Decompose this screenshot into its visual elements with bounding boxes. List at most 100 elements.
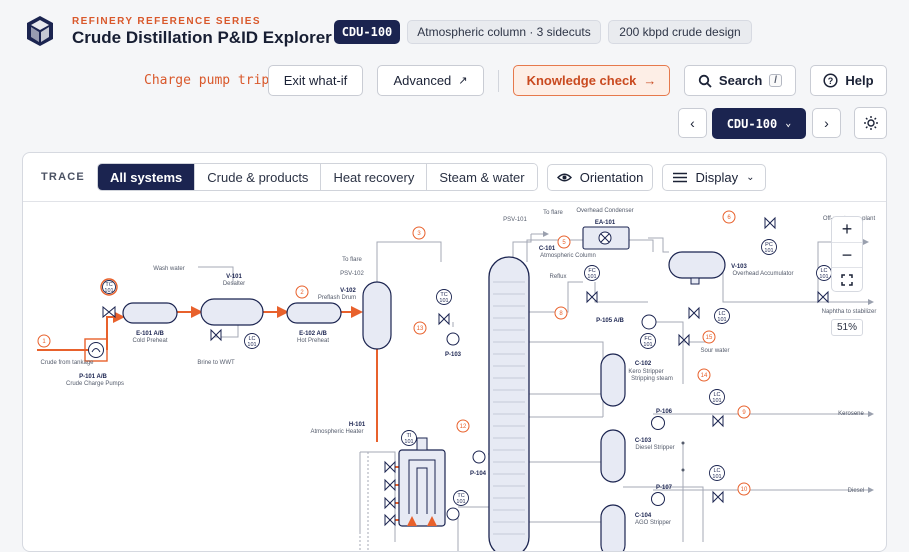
exit-what-if-button[interactable]: Exit what-if <box>268 65 363 96</box>
advanced-button[interactable]: Advanced ↗ <box>377 65 484 96</box>
svg-text:10: 10 <box>741 487 748 493</box>
svg-text:Desalter: Desalter <box>223 281 245 287</box>
svg-text:Reflux: Reflux <box>549 274 566 280</box>
design-chip: 200 kbpd crude design <box>608 20 752 44</box>
svg-text:C-101: C-101 <box>539 246 556 252</box>
previous-unit-button[interactable]: ‹ <box>678 108 707 138</box>
svg-text:101: 101 <box>643 342 652 348</box>
svg-text:Wash water: Wash water <box>153 266 184 272</box>
app-title: Crude Distillation P&ID Explorer <box>72 28 332 47</box>
external-arrow-icon: ↗ <box>458 75 468 87</box>
chevron-left-icon: ‹ <box>690 115 695 131</box>
svg-text:PSV-102: PSV-102 <box>340 271 364 277</box>
next-unit-button[interactable]: › <box>812 108 841 138</box>
svg-text:E-102 A/B: E-102 A/B <box>299 331 327 337</box>
search-icon <box>698 74 712 88</box>
pid-diagram[interactable]: TC101 LC101 TC101 FC101 PC101 LC101 LC10… <box>23 202 887 552</box>
zoom-controls: + − <box>831 216 863 292</box>
orientation-button[interactable]: Orientation <box>547 164 653 191</box>
display-button[interactable]: Display ⌄ <box>662 164 766 191</box>
series-label: REFINERY REFERENCE SERIES <box>72 16 261 27</box>
svg-text:EA-101: EA-101 <box>595 220 616 226</box>
svg-text:?: ? <box>828 76 834 86</box>
help-label: Help <box>845 73 874 88</box>
svg-text:V-103: V-103 <box>731 264 747 270</box>
svg-text:C-103: C-103 <box>635 438 652 444</box>
svg-text:Diesel: Diesel <box>848 488 865 494</box>
svg-text:101: 101 <box>587 274 596 280</box>
theme-toggle-button[interactable] <box>854 107 887 139</box>
svg-text:Diesel Stripper: Diesel Stripper <box>635 445 674 451</box>
svg-text:P-107: P-107 <box>656 485 673 491</box>
knowledge-check-button[interactable]: Knowledge check → <box>513 65 670 96</box>
svg-text:Cold Preheat: Cold Preheat <box>132 338 167 344</box>
eye-icon <box>556 173 572 182</box>
svg-text:Kerosene: Kerosene <box>838 411 864 417</box>
svg-text:Stripping steam: Stripping steam <box>631 376 673 382</box>
zoom-level: 51% <box>831 319 863 336</box>
svg-text:Atmospheric Heater: Atmospheric Heater <box>310 429 363 435</box>
unit-chip: CDU-100 <box>334 20 400 44</box>
knowledge-label: Knowledge check <box>526 73 637 88</box>
orientation-label: Orientation <box>579 170 644 185</box>
svg-text:C-104: C-104 <box>635 513 652 519</box>
zoom-in-button[interactable]: + <box>832 217 862 242</box>
search-label: Search <box>718 73 763 88</box>
trace-toolbar: TRACE All systems Crude & products Heat … <box>23 153 886 202</box>
diagram-panel: TRACE All systems Crude & products Heat … <box>22 152 887 552</box>
help-button[interactable]: ? Help <box>810 65 887 96</box>
app-logo <box>27 16 53 46</box>
tab-all-systems[interactable]: All systems <box>98 164 196 190</box>
svg-text:C-102: C-102 <box>635 361 652 367</box>
svg-text:101: 101 <box>717 317 726 323</box>
svg-text:Hot Preheat: Hot Preheat <box>297 338 329 344</box>
search-shortcut: / <box>769 74 783 87</box>
chevron-down-icon: ⌄ <box>785 118 792 129</box>
svg-text:V-101: V-101 <box>226 274 242 280</box>
svg-text:P-101 A/B: P-101 A/B <box>79 374 107 380</box>
tab-heat-recovery[interactable]: Heat recovery <box>321 164 428 190</box>
exit-label: Exit what-if <box>283 73 348 88</box>
svg-text:P-104: P-104 <box>470 471 487 477</box>
fit-view-button[interactable] <box>832 267 862 292</box>
unit-selector[interactable]: CDU-100 ⌄ <box>712 108 806 139</box>
chevron-right-icon: › <box>824 115 829 131</box>
tab-crude-products[interactable]: Crude & products <box>195 164 322 190</box>
svg-text:P-106: P-106 <box>656 409 673 415</box>
svg-text:P-103: P-103 <box>445 352 462 358</box>
svg-text:Crude Charge Pumps: Crude Charge Pumps <box>66 381 124 387</box>
tab-steam-water[interactable]: Steam & water <box>427 164 537 190</box>
svg-text:101: 101 <box>439 298 448 304</box>
svg-text:Overhead Condenser: Overhead Condenser <box>576 208 633 214</box>
svg-text:Atmospheric Column: Atmospheric Column <box>540 253 596 259</box>
svg-text:To flare: To flare <box>543 210 563 216</box>
pid-canvas[interactable]: TC 101 LC 101 TC 101 FC 101 PC 101 LC 101 LC 10… <box>23 202 887 552</box>
column-chip: Atmospheric column · 3 sidecuts <box>407 20 601 44</box>
svg-text:101: 101 <box>104 288 113 294</box>
svg-text:101: 101 <box>247 342 256 348</box>
app-header: REFINERY REFERENCE SERIES Crude Distilla… <box>0 0 909 150</box>
zoom-out-button[interactable]: − <box>832 242 862 267</box>
divider <box>498 70 499 92</box>
search-button[interactable]: Search / <box>684 65 796 96</box>
trace-tabs: All systems Crude & products Heat recove… <box>97 163 538 191</box>
chevron-down-icon: ⌄ <box>746 172 755 183</box>
svg-text:AGO Stripper: AGO Stripper <box>635 520 671 526</box>
svg-text:13: 13 <box>417 326 424 332</box>
svg-text:15: 15 <box>706 335 713 341</box>
svg-text:E-101 A/B: E-101 A/B <box>136 331 164 337</box>
svg-text:Sour water: Sour water <box>700 348 729 354</box>
svg-text:12: 12 <box>460 424 467 430</box>
svg-text:101: 101 <box>764 248 773 254</box>
trace-label: TRACE <box>41 171 85 183</box>
svg-text:Preflash Drum: Preflash Drum <box>318 295 356 301</box>
svg-text:Overhead Accumulator: Overhead Accumulator <box>732 271 793 277</box>
svg-text:101: 101 <box>712 474 721 480</box>
svg-text:101: 101 <box>712 398 721 404</box>
svg-text:101: 101 <box>456 499 465 505</box>
svg-text:101: 101 <box>819 274 828 280</box>
advanced-label: Advanced <box>393 73 452 88</box>
svg-text:PSV-101: PSV-101 <box>503 217 527 223</box>
svg-text:Crude from tankage: Crude from tankage <box>40 360 94 366</box>
trip-status: Charge pump trip <box>144 73 270 88</box>
